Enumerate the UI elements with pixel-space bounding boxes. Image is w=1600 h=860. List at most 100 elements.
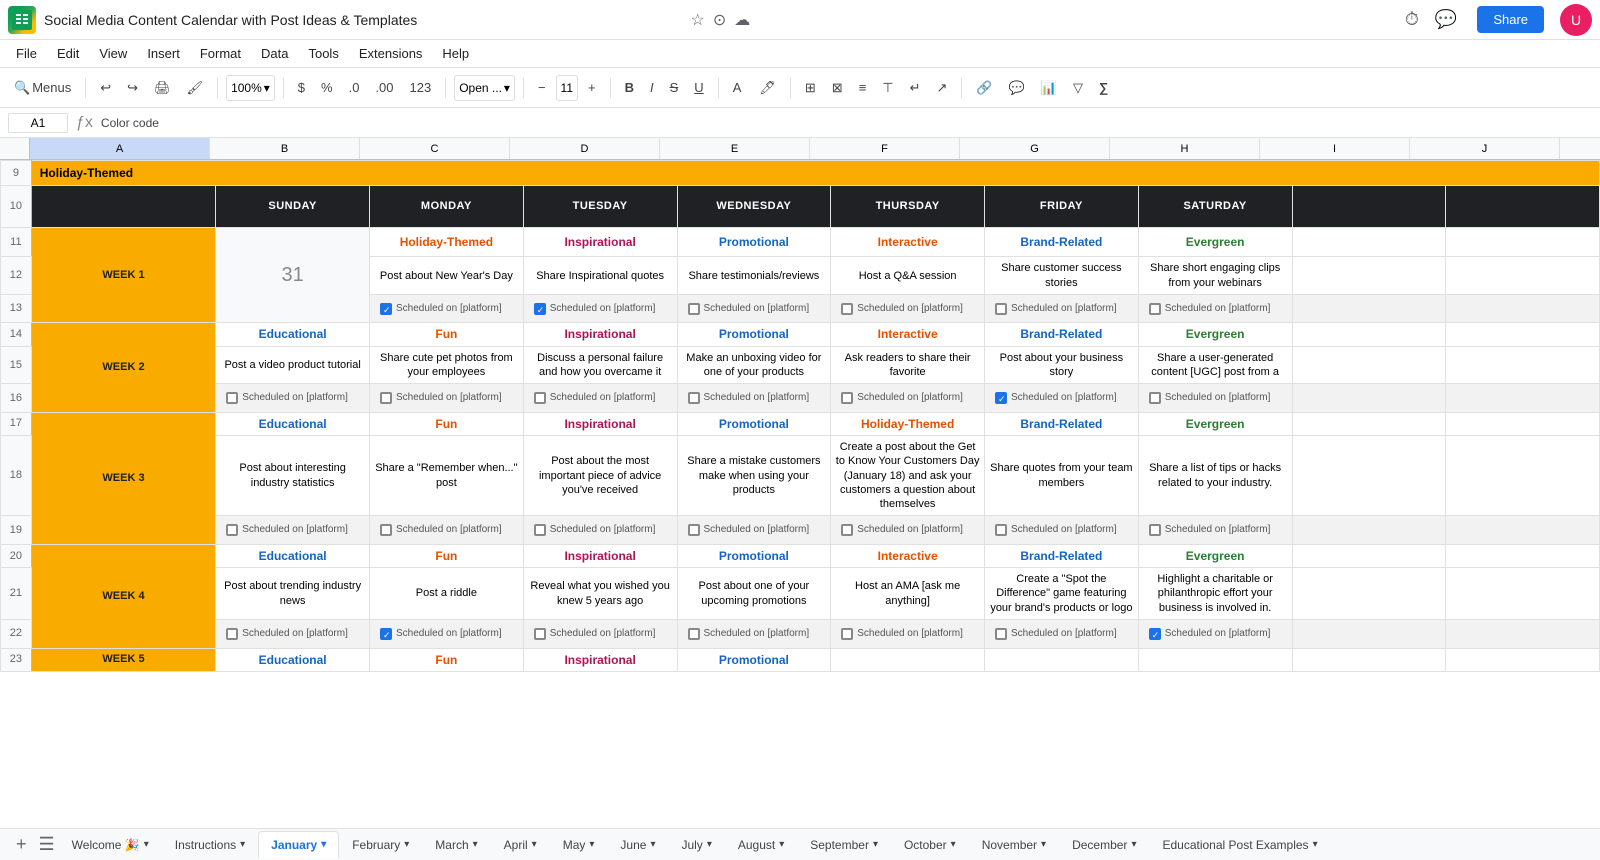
week2-tuesday-checkbox[interactable] <box>534 392 546 404</box>
chart-button[interactable]: 📊 <box>1035 78 1063 98</box>
week1-friday-checkbox[interactable] <box>995 303 1007 315</box>
dec-inc-button[interactable]: .00 <box>369 78 399 97</box>
week4-thursday-sched[interactable]: Scheduled on [platform] <box>831 620 985 649</box>
sheet-tab-december[interactable]: December▾ <box>1059 831 1149 859</box>
zoom-control[interactable]: 100% ▾ <box>226 75 275 101</box>
week1-monday-checkbox[interactable] <box>380 303 392 315</box>
sheet-tab-educational-post-examples[interactable]: Educational Post Examples▾ <box>1149 831 1330 859</box>
week3-tuesday-checkbox[interactable] <box>534 524 546 536</box>
dec-dec-button[interactable]: .0 <box>343 78 366 97</box>
tab-chevron[interactable]: ▾ <box>1313 839 1318 850</box>
sheet-menu-button[interactable]: ☰ <box>35 834 59 855</box>
menu-file[interactable]: File <box>8 44 45 63</box>
week4-tuesday-checkbox[interactable] <box>534 628 546 640</box>
undo-button[interactable]: ↩ <box>94 78 117 98</box>
week3-sunday-checkbox[interactable] <box>226 524 238 536</box>
week2-friday-sched[interactable]: Scheduled on [platform] <box>985 384 1139 413</box>
week2-thursday-sched[interactable]: Scheduled on [platform] <box>831 384 985 413</box>
link-button[interactable]: 🔗 <box>970 78 998 98</box>
menu-view[interactable]: View <box>91 44 135 63</box>
week1-tuesday-checkbox[interactable] <box>534 303 546 315</box>
week3-wednesday-sched[interactable]: Scheduled on [platform] <box>677 516 831 545</box>
week2-wednesday-sched[interactable]: Scheduled on [platform] <box>677 384 831 413</box>
redo-button[interactable]: ↪ <box>121 78 144 98</box>
week1-wednesday-checkbox[interactable] <box>688 303 700 315</box>
bold-button[interactable]: B <box>619 78 640 97</box>
docs-icon[interactable]: ⊙ <box>713 10 726 30</box>
sheet-tab-welcome-[interactable]: Welcome 🎉▾ <box>59 831 162 859</box>
tab-chevron[interactable]: ▾ <box>404 839 409 850</box>
week3-tuesday-sched[interactable]: Scheduled on [platform] <box>523 516 677 545</box>
week1-tuesday-sched[interactable]: Scheduled on [platform] <box>523 294 677 323</box>
fill-color-button[interactable]: 🖊 <box>753 78 782 98</box>
function-button[interactable]: ∑ <box>1093 78 1114 97</box>
week1-monday-sched[interactable]: Scheduled on [platform] <box>370 294 524 323</box>
week2-wednesday-checkbox[interactable] <box>688 392 700 404</box>
font-size-decrease[interactable]: − <box>532 78 552 97</box>
cell-reference[interactable]: A1 <box>8 113 68 133</box>
week4-saturday-checkbox[interactable] <box>1149 628 1161 640</box>
tab-chevron[interactable]: ▾ <box>707 839 712 850</box>
font-selector[interactable]: Open ... ▾ <box>454 75 515 101</box>
week3-wednesday-checkbox[interactable] <box>688 524 700 536</box>
comments-icon[interactable]: 💬 <box>1435 9 1457 30</box>
format-paint-button[interactable]: 🖌 <box>181 78 210 98</box>
week1-saturday-sched[interactable]: Scheduled on [platform] <box>1138 294 1292 323</box>
week3-friday-checkbox[interactable] <box>995 524 1007 536</box>
week4-friday-sched[interactable]: Scheduled on [platform] <box>985 620 1139 649</box>
sheet-tab-april[interactable]: April▾ <box>491 831 550 859</box>
tab-chevron[interactable]: ▾ <box>240 839 245 850</box>
comment-button[interactable]: 💬 <box>1003 78 1031 98</box>
currency-button[interactable]: $ <box>292 78 311 97</box>
sheet-tab-july[interactable]: July▾ <box>668 831 724 859</box>
col-header-i[interactable]: I <box>1260 138 1410 159</box>
sheet-tab-june[interactable]: June▾ <box>607 831 668 859</box>
week1-friday-sched[interactable]: Scheduled on [platform] <box>985 294 1139 323</box>
print-button[interactable]: 🖨 <box>148 78 177 98</box>
week2-sunday-sched[interactable]: Scheduled on [platform] <box>216 384 370 413</box>
week4-wednesday-sched[interactable]: Scheduled on [platform] <box>677 620 831 649</box>
tab-chevron[interactable]: ▾ <box>1041 839 1046 850</box>
tab-chevron[interactable]: ▾ <box>532 839 537 850</box>
merge-button[interactable]: ⊠ <box>826 78 849 98</box>
col-header-f[interactable]: F <box>810 138 960 159</box>
user-avatar[interactable]: U <box>1560 4 1592 36</box>
week4-monday-sched[interactable]: Scheduled on [platform] <box>370 620 524 649</box>
week4-sunday-checkbox[interactable] <box>226 628 238 640</box>
col-header-j[interactable]: J <box>1410 138 1560 159</box>
week3-thursday-checkbox[interactable] <box>841 524 853 536</box>
menu-extensions[interactable]: Extensions <box>351 44 431 63</box>
week2-monday-sched[interactable]: Scheduled on [platform] <box>370 384 524 413</box>
sheet-tab-october[interactable]: October▾ <box>891 831 969 859</box>
menu-help[interactable]: Help <box>434 44 477 63</box>
col-header-c[interactable]: C <box>360 138 510 159</box>
tab-chevron[interactable]: ▾ <box>779 839 784 850</box>
week4-friday-checkbox[interactable] <box>995 628 1007 640</box>
col-header-g[interactable]: G <box>960 138 1110 159</box>
week4-sunday-sched[interactable]: Scheduled on [platform] <box>216 620 370 649</box>
tab-chevron[interactable]: ▾ <box>589 839 594 850</box>
week3-thursday-sched[interactable]: Scheduled on [platform] <box>831 516 985 545</box>
tab-chevron[interactable]: ▾ <box>321 839 326 850</box>
menu-format[interactable]: Format <box>192 44 249 63</box>
week1-thursday-sched[interactable]: Scheduled on [platform] <box>831 294 985 323</box>
week2-saturday-checkbox[interactable] <box>1149 392 1161 404</box>
week4-saturday-sched[interactable]: Scheduled on [platform] <box>1138 620 1292 649</box>
menu-insert[interactable]: Insert <box>139 44 188 63</box>
week4-tuesday-sched[interactable]: Scheduled on [platform] <box>523 620 677 649</box>
tab-chevron[interactable]: ▾ <box>650 839 655 850</box>
week1-thursday-checkbox[interactable] <box>841 303 853 315</box>
star-icon[interactable]: ☆ <box>691 10 705 30</box>
tab-chevron[interactable]: ▾ <box>473 839 478 850</box>
week3-monday-checkbox[interactable] <box>380 524 392 536</box>
col-header-e[interactable]: E <box>660 138 810 159</box>
week3-sunday-sched[interactable]: Scheduled on [platform] <box>216 516 370 545</box>
tab-chevron[interactable]: ▾ <box>144 839 149 850</box>
week2-saturday-sched[interactable]: Scheduled on [platform] <box>1138 384 1292 413</box>
col-header-a[interactable]: A <box>30 138 210 159</box>
week2-sunday-checkbox[interactable] <box>226 392 238 404</box>
add-sheet-button[interactable]: + <box>8 834 35 855</box>
sheet-tab-may[interactable]: May▾ <box>550 831 608 859</box>
align-button[interactable]: ≡ <box>853 78 873 97</box>
tab-chevron[interactable]: ▾ <box>873 839 878 850</box>
